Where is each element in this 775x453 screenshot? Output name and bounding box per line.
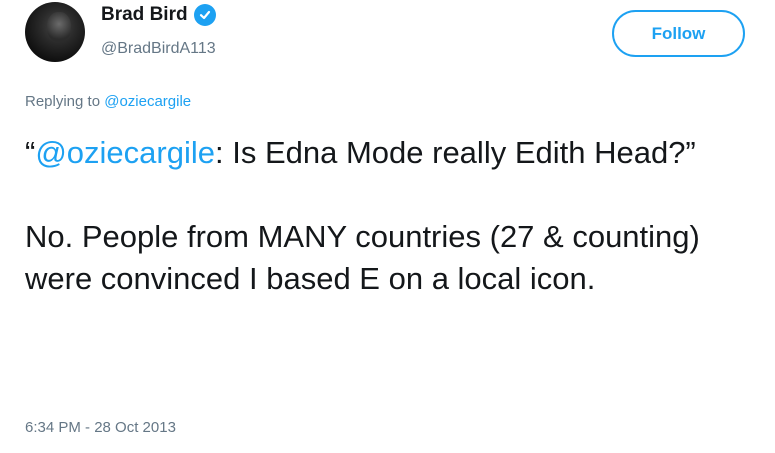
open-quote: “ xyxy=(25,135,36,170)
reply-context-prefix: Replying to xyxy=(25,93,101,110)
tweet-quoted-text: : Is Edna Mode really Edith Head?” xyxy=(215,135,696,170)
author-display-name[interactable]: Brad Bird xyxy=(101,4,188,26)
reply-context: Replying to @oziecargile xyxy=(25,93,191,110)
tweet-text: “@oziecargile: Is Edna Mode really Edith… xyxy=(25,132,745,300)
reply-context-mention-link[interactable]: @oziecargile xyxy=(104,93,191,110)
tweet-body: No. People from MANY countries (27 & cou… xyxy=(25,219,700,296)
tweet-timestamp[interactable]: 6:34 PM - 28 Oct 2013 xyxy=(25,419,176,436)
avatar[interactable] xyxy=(25,2,85,62)
author-name-row: Brad Bird xyxy=(101,4,216,26)
tweet-quote-line: “@oziecargile: Is Edna Mode really Edith… xyxy=(25,132,745,174)
follow-button[interactable]: Follow xyxy=(612,10,745,57)
avatar-face xyxy=(47,12,71,42)
author-handle[interactable]: @BradBirdA113 xyxy=(101,40,216,58)
tweet-mention-link[interactable]: @oziecargile xyxy=(35,135,215,170)
verified-badge-icon xyxy=(193,4,216,26)
